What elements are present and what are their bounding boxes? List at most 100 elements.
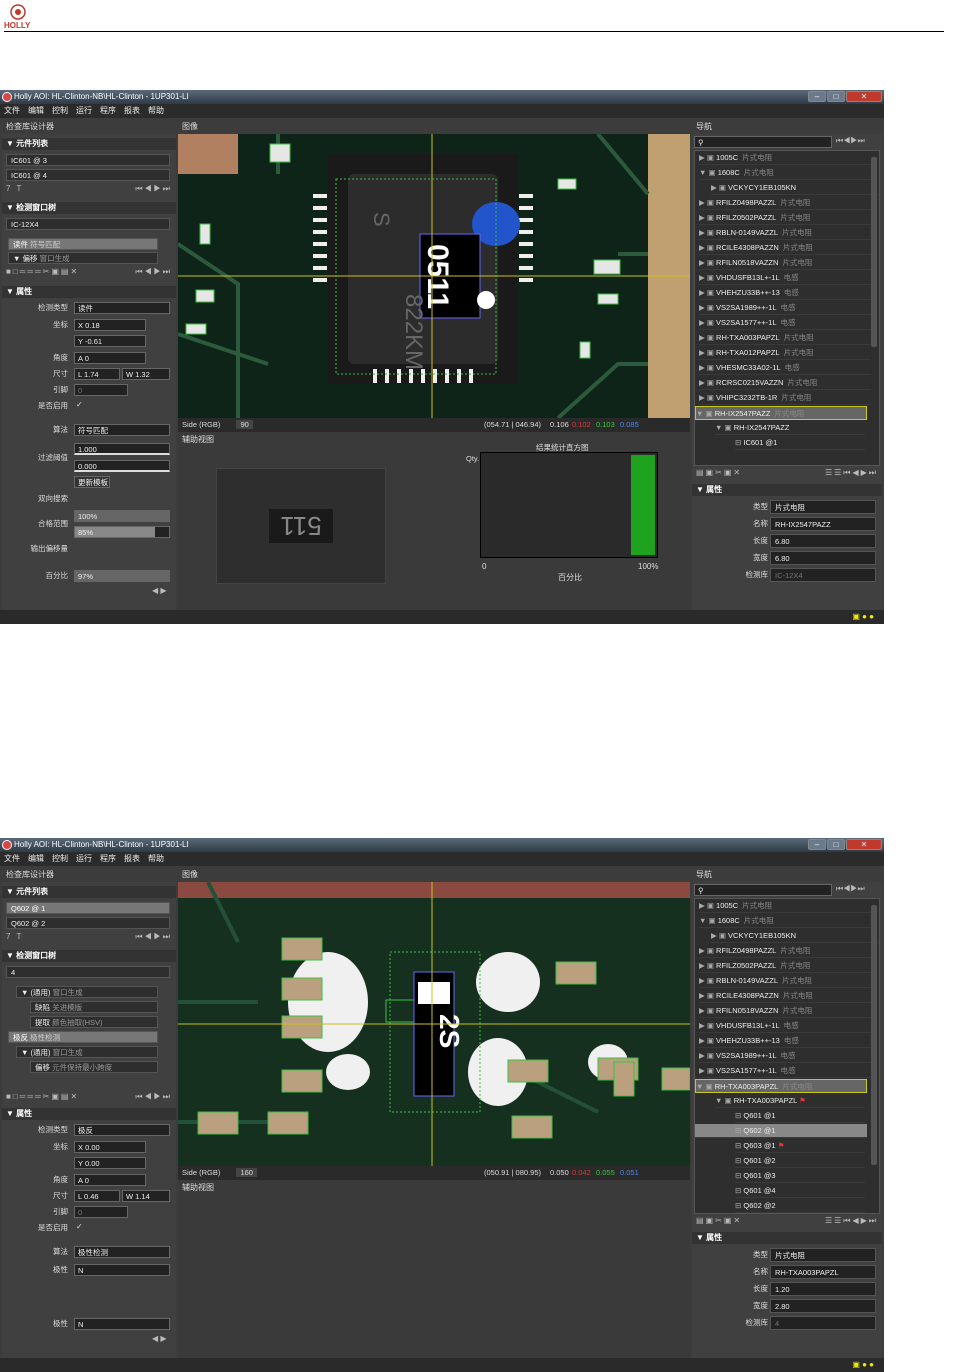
nav-item[interactable]: ⊟ Q602 @2 [735,1199,865,1213]
menu-edit[interactable]: 编辑 [28,104,44,118]
nav-item[interactable]: ▶ ▣ RCILE4308PAZZN 片式电阻 [699,241,871,255]
nav-item[interactable]: ⊟ Q601 @3 [735,1169,865,1183]
window-name-field[interactable]: 4 [6,966,170,978]
x-field[interactable]: X 0.00 [74,1141,146,1153]
angle-field[interactable]: A 0 [74,1174,146,1186]
close-button[interactable]: ✕ [846,91,882,102]
component-item[interactable]: Q602 @ 2 [6,917,170,929]
window-toolbar[interactable]: ■□═══✂▣▤✕ ⏮◀▶⏭ [6,267,172,277]
maximize-button[interactable]: □ [827,91,845,102]
nav-item[interactable]: ▼ ▣ RH-IX2547PAZZ [715,421,865,435]
nav-scrollbar[interactable] [871,157,877,347]
nav-item[interactable]: ▶ ▣ RH-TXA003PAPZL 片式电阻 [699,331,871,345]
nav-name-field[interactable]: RH-IX2547PAZZ [770,517,876,531]
nav-item[interactable]: ▶ ▣ VHDUSFB13L+-1L 电感 [699,271,871,285]
channel-mode[interactable]: Side (RGB) [182,420,220,429]
algo-select[interactable]: 极性检测 [74,1246,170,1258]
update-template-button[interactable]: 更新模板 [74,476,110,488]
nav-length-field[interactable]: 1.20 [770,1282,876,1296]
pass-high-field[interactable]: 100% [74,510,170,522]
maximize-button[interactable]: □ [827,839,845,850]
menu-program[interactable]: 程序 [100,852,116,866]
pin-field[interactable]: 0 [74,1206,128,1218]
window-item[interactable]: 缺陷 关进模版 [30,1001,158,1013]
nav-lib-field[interactable]: IC-12X4 [770,568,876,582]
nav-item[interactable]: ▶ ▣ VS2SA1989++-1L 电感 [699,1049,871,1063]
camera-view[interactable]: 2S [178,882,690,1166]
nav-item[interactable]: ▶ ▣ RFILN0518VAZZN 片式电阻 [699,256,871,270]
filter-high-field[interactable]: 1.000 [74,443,170,455]
menu-run[interactable]: 运行 [76,852,92,866]
nav-type-select[interactable]: 片式电阻 [770,500,876,514]
nav-item[interactable]: ▶ ▣ VCKYCY1EB105KN [711,181,879,195]
menu-report[interactable]: 报表 [124,104,140,118]
component-item[interactable]: IC601 @ 4 [6,169,170,181]
nav-item[interactable]: ▼ ▣ 1608C 片式电阻 [699,166,871,180]
nav-length-field[interactable]: 6.80 [770,534,876,548]
minimize-button[interactable]: – [808,839,826,850]
nav-type-select[interactable]: 片式电阻 [770,1248,876,1262]
minimize-button[interactable]: – [808,91,826,102]
percent-field[interactable]: 97% [74,570,170,582]
component-list-title[interactable]: ▼ 元件列表 [2,886,176,898]
window-tree-title[interactable]: ▼ 检测窗口树 [2,950,176,962]
nav-search-input[interactable]: ⚲ [694,884,832,896]
nav-lib-field[interactable]: 4 [770,1316,876,1330]
threshold-value[interactable]: 160 [236,1168,257,1177]
nav-item[interactable]: ▼ ▣ 1608C 片式电阻 [699,914,871,928]
nav-item[interactable]: ▶ ▣ RBLN-0149VAZZL 片式电阻 [699,226,871,240]
algo-select[interactable]: 符号匹配 [74,424,170,436]
props-title[interactable]: ▼ 属性 [2,286,176,298]
pin-field[interactable]: 0 [74,384,128,396]
pass-low-field[interactable]: 85% [74,526,170,538]
polarity-select[interactable]: N [74,1264,170,1276]
nav-width-field[interactable]: 6.80 [770,551,876,565]
type-select[interactable]: 极反 [74,1124,170,1136]
y-field[interactable]: Y 0.00 [74,1157,146,1169]
window-item[interactable]: 读件 符号匹配 [8,238,158,250]
menu-file[interactable]: 文件 [4,852,20,866]
nav-item[interactable]: ⊟ Q601 @4 [735,1184,865,1198]
nav-item[interactable]: ▶ ▣ VS2SA1577++-1L 电感 [699,316,871,330]
channel-mode[interactable]: Side (RGB) [182,1168,220,1177]
component-list-title[interactable]: ▼ 元件列表 [2,138,176,150]
nav-item[interactable]: ⊟ IC601 @1 [735,436,865,450]
window-item-selected[interactable]: 极反 极性检测 [8,1031,158,1043]
pager-arrows[interactable]: ◀ ▶ [152,586,167,595]
y-field[interactable]: Y -0.61 [74,335,146,347]
props-title[interactable]: ▼ 属性 [2,1108,176,1120]
component-item[interactable]: IC601 @ 3 [6,154,170,166]
menu-run[interactable]: 运行 [76,104,92,118]
angle-field[interactable]: A 0 [74,352,146,364]
window-item[interactable]: ▼ 偏移 窗口生成 [8,252,158,264]
nav-item-highlighted[interactable]: ⊟ Q602 @1 [695,1124,867,1138]
threshold-value[interactable]: 90 [236,420,253,429]
x-field[interactable]: X 0.18 [74,319,146,331]
nav-toolbar[interactable]: ▤▣✂▣✕ ☰☰⏮◀▶⏭ [696,1216,878,1226]
nav-scrollbar[interactable] [871,905,877,1165]
window-item[interactable]: ▼ (通用) 窗口生成 [16,1046,158,1058]
nav-item[interactable]: ▶ ▣ RCILE4308PAZZN 片式电阻 [699,989,871,1003]
component-toolbar[interactable]: 7 T ⏮◀▶⏭ [6,184,172,194]
menu-program[interactable]: 程序 [100,104,116,118]
nav-item[interactable]: ⊟ Q601 @2 [735,1154,865,1168]
nav-item[interactable]: ▶ ▣ RBLN-0149VAZZL 片式电阻 [699,974,871,988]
length-field[interactable]: L 1.74 [74,368,120,380]
close-button[interactable]: ✕ [846,839,882,850]
component-toolbar[interactable]: 7 T ⏮◀▶⏭ [6,932,172,942]
width-field[interactable]: W 1.14 [122,1190,170,1202]
nav-item[interactable]: ▶ ▣ VHEHZU33B++-13 电感 [699,1034,871,1048]
nav-item[interactable]: ▶ ▣ VHEHZU33B++-13 电感 [699,286,871,300]
nav-item[interactable]: ▶ ▣ VHDUSFB13L+-1L 电感 [699,1019,871,1033]
enable-checkbox[interactable]: ✓ [76,400,83,409]
nav-pager[interactable]: ⏮◀▶⏭ [836,136,865,146]
nav-item[interactable]: ⊟ Q601 @1 [735,1109,865,1123]
menu-report[interactable]: 报表 [124,852,140,866]
nav-item[interactable]: ▶ ▣ RFILZ0498PAZZL 片式电阻 [699,944,871,958]
nav-item[interactable]: ▶ ▣ RFILZ0502PAZZL 片式电阻 [699,959,871,973]
nav-item[interactable]: ▶ ▣ RH-TXA012PAPZL 片式电阻 [699,346,871,360]
length-field[interactable]: L 0.46 [74,1190,120,1202]
nav-item[interactable]: ▶ ▣ VCKYCY1EB105KN [711,929,879,943]
nav-item[interactable]: ▶ ▣ VS2SA1989++-1L 电感 [699,301,871,315]
nav-item[interactable]: ▶ ▣ 1005C 片式电阻 [699,151,871,165]
